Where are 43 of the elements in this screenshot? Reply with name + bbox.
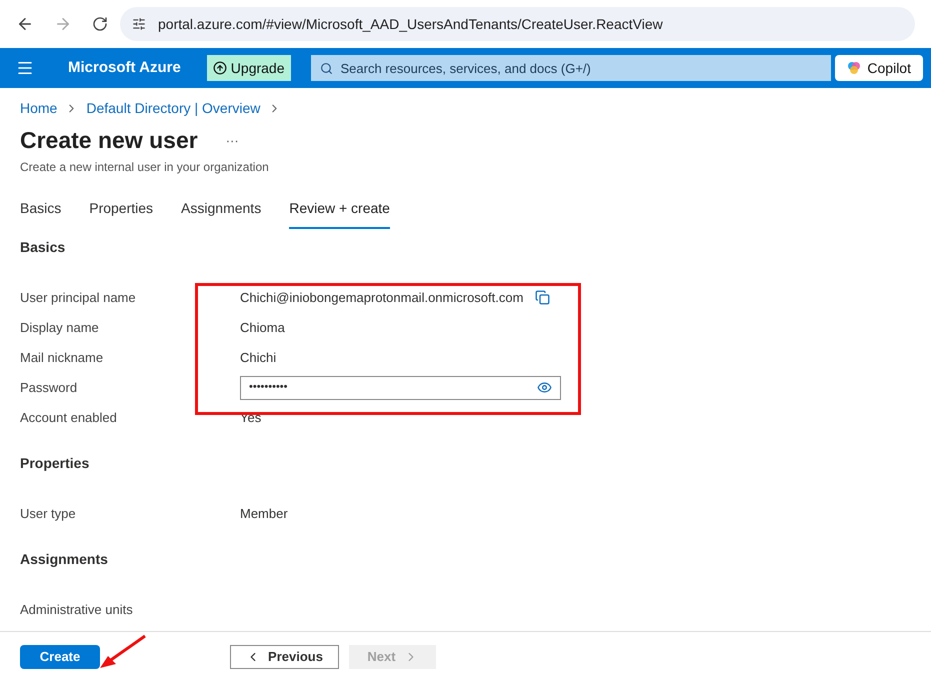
search-icon: [320, 62, 332, 75]
field-label: User type: [20, 504, 77, 523]
reload-icon[interactable]: [92, 16, 108, 32]
back-icon[interactable]: [16, 15, 34, 33]
more-button[interactable]: ···: [226, 130, 239, 150]
field-value: Chichi: [240, 348, 276, 367]
password-value: ••••••••••: [249, 380, 288, 396]
create-button[interactable]: Create: [20, 644, 100, 668]
brand-name[interactable]: Microsoft Azure: [68, 56, 181, 80]
site-info-icon[interactable]: [132, 17, 146, 31]
field-label: Display name: [20, 318, 100, 337]
page-title: Create new user: [20, 126, 198, 155]
address-bar[interactable]: portal.azure.com/#view/Microsoft_AAD_UsersAndTenants/CreateUser.ReactView: [120, 7, 915, 41]
breadcrumb-link[interactable]: Home: [20, 98, 58, 119]
copilot-button[interactable]: Copilot: [835, 55, 923, 81]
field-value: Member: [240, 504, 288, 523]
copilot-icon: [847, 61, 862, 75]
section-heading: Basics: [20, 238, 66, 256]
previous-button[interactable]: Previous: [230, 644, 339, 668]
field-label: Mail nickname: [20, 348, 104, 367]
field-value: Chioma: [240, 318, 285, 337]
copy-icon[interactable]: [535, 290, 550, 305]
field-label: Password: [20, 378, 78, 397]
page-subtitle: Create a new internal user in your organization: [20, 158, 270, 176]
upgrade-button[interactable]: Upgrade: [206, 55, 290, 81]
pointer-arrow: [98, 634, 148, 670]
upgrade-icon: [212, 61, 227, 75]
field-value: Chichi@iniobongemaprotonmail.onmicrosoft.com: [240, 288, 524, 307]
menu-icon[interactable]: [16, 59, 34, 77]
url-text: portal.azure.com/#view/Microsoft_AAD_UsersAndTenants/CreateUser.ReactView: [158, 14, 663, 34]
password-field[interactable]: ••••••••••: [240, 376, 561, 400]
field-label: Account enabled: [20, 408, 118, 427]
field-label: Administrative units: [20, 600, 134, 619]
tab[interactable]: Properties: [89, 198, 154, 228]
field-label: User principal name: [20, 288, 137, 307]
section-heading: Properties: [20, 454, 90, 472]
section-heading: Assignments: [20, 550, 109, 568]
breadcrumb-link[interactable]: Default Directory | Overview: [86, 98, 260, 119]
tab[interactable]: Assignments: [181, 198, 262, 228]
tab[interactable]: Basics: [20, 198, 62, 228]
tab[interactable]: Review + create: [289, 198, 390, 228]
search-field[interactable]: Search resources, services, and docs (G+/): [310, 55, 830, 81]
eye-icon[interactable]: [537, 380, 552, 395]
